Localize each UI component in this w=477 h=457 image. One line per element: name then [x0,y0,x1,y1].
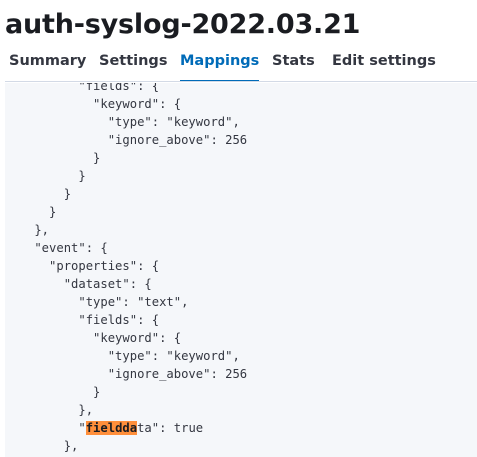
code-line: } [5,151,101,165]
code-line: "keyword": { [5,331,182,345]
tab-summary[interactable]: Summary [9,44,86,82]
code-line: } [5,169,86,183]
tab-edit-settings[interactable]: Edit settings [332,44,436,82]
code-line: "dataset": { [5,277,152,291]
code-line: } [5,205,57,219]
code-line: }, [5,439,79,453]
code-line: "type": "keyword", [5,349,240,363]
code-line: "fielddata": true [5,421,204,435]
search-highlight: fieldda [85,421,138,435]
code-line: } [5,385,101,399]
tab-bar: Summary Settings Mappings Stats Edit set… [0,44,477,82]
mappings-json: "fields": { "keyword": { "type": "keywor… [5,83,247,455]
code-line: "properties": { [5,259,160,273]
page-title: auth-syslog-2022.03.21 [5,9,361,40]
code-line: "fields": { [5,313,160,327]
mappings-code-panel[interactable]: "fields": { "keyword": { "type": "keywor… [5,83,477,457]
code-line: }, [5,223,50,237]
code-line: }, [5,403,94,417]
code-line: "type": "keyword", [5,115,240,129]
code-line: "ignore_above": 256 [5,133,248,147]
code-line: } [5,187,72,201]
tab-divider [5,81,477,82]
code-line: "ignore_above": 256 [5,367,248,381]
code-line: "type": "text", [5,295,189,309]
code-line: "keyword": { [5,97,182,111]
code-line: "fields": { [5,83,160,93]
tab-stats[interactable]: Stats [272,44,315,82]
code-line: "event": { [5,241,108,255]
tab-settings[interactable]: Settings [99,44,167,82]
tab-mappings[interactable]: Mappings [180,44,260,82]
